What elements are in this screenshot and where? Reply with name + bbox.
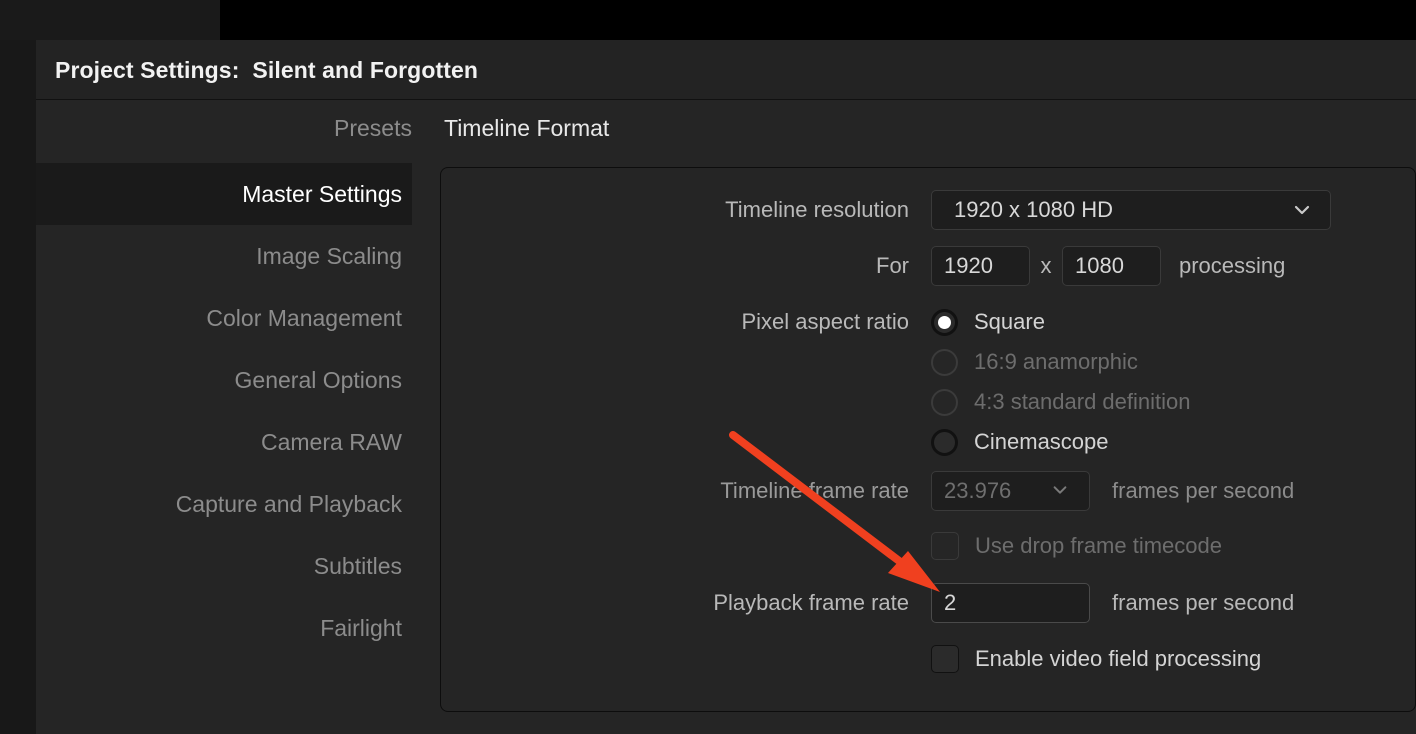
radio-option-square[interactable]: Square [931, 302, 1191, 342]
processing-resolution-row: For 1920 x 1080 processing [441, 246, 1416, 286]
timeline-format-panel: Timeline resolution 1920 x 1080 HD For 1… [440, 167, 1416, 712]
timeline-frame-rate-row: Timeline frame rate 23.976 frames per se… [441, 471, 1416, 511]
radio-label-4-3-standard-definition: 4:3 standard definition [974, 389, 1191, 414]
dialog-title: Project Settings: Silent and Forgotten [55, 57, 479, 83]
timeline-frame-rate-value: 23.976 [944, 478, 1012, 503]
sidebar-item-camera-raw[interactable]: Camera RAW [36, 411, 412, 473]
radio-label-16-9-anamorphic: 16:9 anamorphic [974, 349, 1138, 374]
backdrop-left-strip [0, 40, 36, 734]
checkbox-option-video-field-processing[interactable]: Enable video field processing [931, 639, 1261, 679]
playback-frame-rate-input[interactable]: 2 [931, 583, 1090, 623]
pixel-aspect-ratio-options: Square 16:9 anamorphic 4:3 standard defi… [931, 302, 1191, 462]
radio-option-cinemascope[interactable]: Cinemascope [931, 422, 1191, 462]
project-settings-dialog: Project Settings: Silent and Forgotten P… [36, 40, 1416, 734]
sidebar-item-subtitles[interactable]: Subtitles [36, 535, 412, 597]
settings-sidebar: Presets Master Settings Image Scaling Co… [36, 101, 412, 734]
tab-timeline-format[interactable]: Timeline Format [444, 115, 609, 142]
radio-selected-dot [938, 315, 951, 329]
timeline-resolution-value: 1920 x 1080 HD [954, 197, 1113, 222]
radio-option-4-3-standard-definition: 4:3 standard definition [931, 382, 1191, 422]
chevron-down-icon [1292, 200, 1312, 220]
timeline-frame-rate-label: Timeline frame rate [720, 478, 909, 503]
processing-prefix-label: For [876, 253, 909, 278]
radio-label-cinemascope: Cinemascope [974, 429, 1109, 454]
content-heading-row: Timeline Format [412, 101, 1416, 163]
timeline-resolution-row: Timeline resolution 1920 x 1080 HD [441, 190, 1416, 230]
radio-button-cinemascope[interactable] [931, 428, 958, 456]
sidebar-item-master-settings[interactable]: Master Settings [36, 163, 412, 225]
timeline-resolution-dropdown[interactable]: 1920 x 1080 HD [931, 190, 1331, 230]
pixel-aspect-ratio-row: Pixel aspect ratio Square 16:9 anamorphi… [441, 302, 1416, 462]
radio-button-square[interactable] [931, 308, 958, 336]
checkbox-label-video-field-processing: Enable video field processing [975, 646, 1262, 671]
processing-width-input[interactable]: 1920 [931, 246, 1030, 286]
radio-button-16-9-anamorphic [931, 348, 958, 376]
playback-frame-rate-label: Playback frame rate [713, 590, 909, 615]
pixel-aspect-ratio-label: Pixel aspect ratio [741, 309, 909, 334]
chevron-down-icon [1051, 481, 1071, 501]
screen: Project Settings: Silent and Forgotten P… [0, 0, 1416, 734]
sidebar-item-image-scaling[interactable]: Image Scaling [36, 225, 412, 287]
checkbox-drop-frame-timecode [931, 532, 959, 560]
processing-separator-label: x [1040, 253, 1052, 278]
radio-button-4-3-standard-definition [931, 388, 958, 416]
playback-frame-rate-row: Playback frame rate 2 frames per second [441, 583, 1416, 623]
backdrop-black-area [220, 0, 1416, 40]
radio-option-16-9-anamorphic: 16:9 anamorphic [931, 342, 1191, 382]
sidebar-item-presets[interactable]: Presets [36, 115, 412, 142]
processing-suffix-label: processing [1179, 253, 1286, 278]
sidebar-item-list: Master Settings Image Scaling Color Mana… [36, 163, 412, 659]
backdrop-left-panel [0, 0, 220, 40]
radio-label-square: Square [974, 309, 1045, 334]
dialog-title-bar: Project Settings: Silent and Forgotten [36, 40, 1416, 100]
sidebar-item-color-management[interactable]: Color Management [36, 287, 412, 349]
playback-frame-rate-units: frames per second [1112, 590, 1295, 615]
checkbox-video-field-processing[interactable] [931, 645, 959, 673]
checkbox-option-drop-frame-timecode: Use drop frame timecode [931, 526, 1222, 566]
dialog-body: Presets Master Settings Image Scaling Co… [36, 101, 1416, 734]
sidebar-item-fairlight[interactable]: Fairlight [36, 597, 412, 659]
timeline-frame-rate-dropdown: 23.976 [931, 471, 1090, 511]
timeline-resolution-label: Timeline resolution [725, 197, 909, 222]
checkbox-label-drop-frame-timecode: Use drop frame timecode [975, 533, 1222, 558]
sidebar-item-capture-and-playback[interactable]: Capture and Playback [36, 473, 412, 535]
processing-height-input[interactable]: 1080 [1062, 246, 1161, 286]
sidebar-item-general-options[interactable]: General Options [36, 349, 412, 411]
video-field-processing-row: Enable video field processing [441, 639, 1416, 679]
timeline-frame-rate-units: frames per second [1112, 478, 1295, 503]
drop-frame-timecode-row: Use drop frame timecode [441, 526, 1416, 566]
